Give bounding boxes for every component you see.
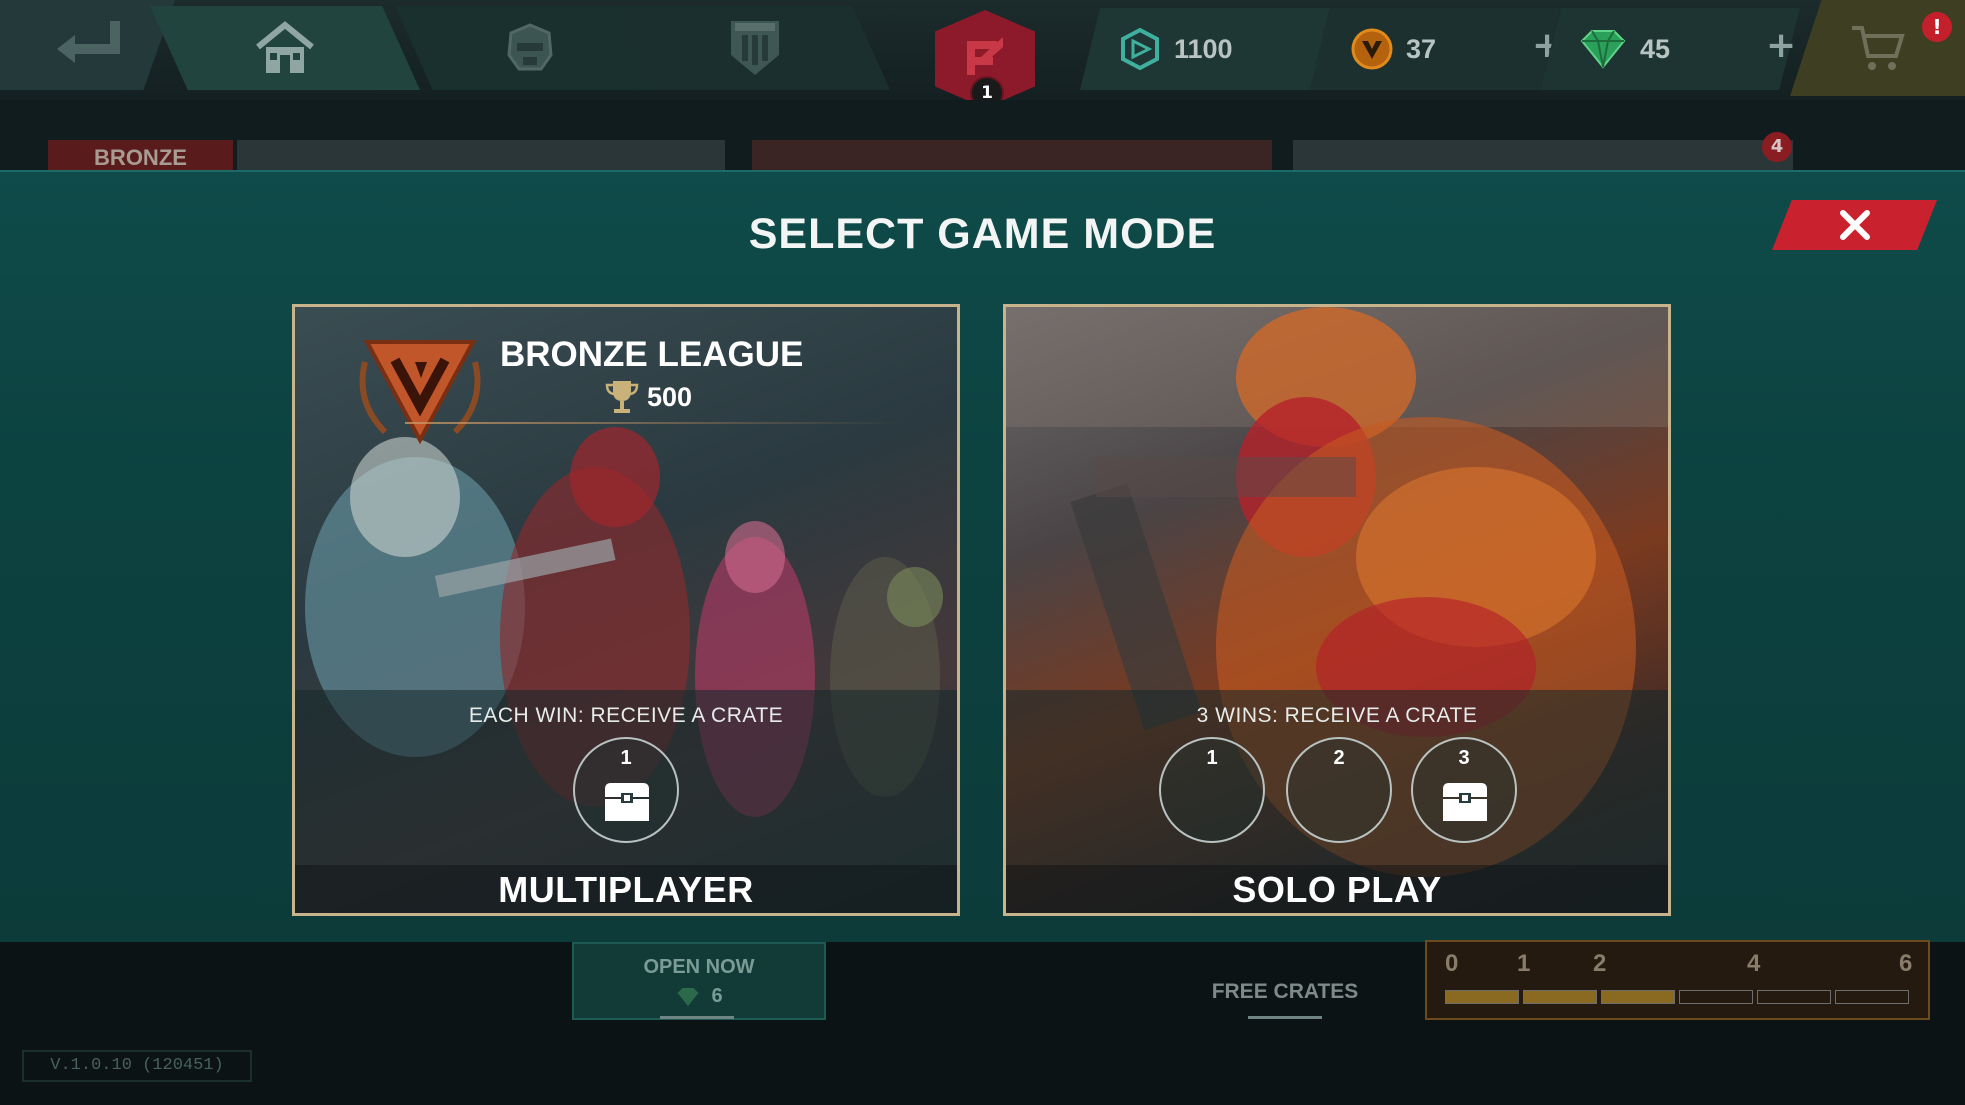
league-name: BRONZE LEAGUE bbox=[500, 335, 804, 374]
dialog-title: SELECT GAME MODE bbox=[748, 210, 1217, 258]
select-game-mode-dialog: SELECT GAME MODE BRONZE LEAGUE 500 EACH … bbox=[0, 170, 1965, 944]
reward-text: 3 WINS: RECEIVE A CRATE bbox=[1196, 704, 1478, 727]
gems-display: 45 bbox=[1540, 8, 1800, 90]
back-button[interactable] bbox=[0, 0, 175, 90]
progress-tick: 2 bbox=[1593, 950, 1607, 977]
progress-tick: 0 bbox=[1445, 950, 1459, 977]
open-now-underline bbox=[660, 1016, 734, 1019]
robot-head-icon bbox=[507, 23, 553, 71]
progress-segment bbox=[1523, 990, 1597, 1004]
background-panel bbox=[752, 140, 1272, 170]
league-tag: BRONZE bbox=[48, 140, 233, 170]
home-icon bbox=[256, 21, 314, 73]
background-panel bbox=[237, 140, 725, 170]
gold-coin-icon bbox=[1350, 27, 1394, 71]
solo-play-card[interactable]: 3 WINS: RECEIVE A CRATE 1 2 3 SOLO PLAY bbox=[1003, 304, 1671, 916]
tab-robots[interactable] bbox=[395, 6, 665, 90]
multiplayer-card[interactable]: BRONZE LEAGUE 500 EACH WIN: RECEIVE A CR… bbox=[292, 304, 960, 916]
background-panel bbox=[1293, 140, 1793, 170]
shop-alert-badge: ! bbox=[1922, 12, 1952, 42]
tab-home[interactable] bbox=[150, 6, 420, 90]
back-arrow-icon bbox=[56, 21, 120, 63]
progress-segment bbox=[1445, 990, 1519, 1004]
gem-icon bbox=[677, 987, 699, 1006]
slot-number: 1 bbox=[1206, 747, 1218, 769]
slot-number: 3 bbox=[1458, 747, 1470, 769]
open-now-label: OPEN NOW bbox=[643, 956, 755, 978]
shopping-cart-icon bbox=[1851, 26, 1905, 70]
bronze-league-icon bbox=[359, 340, 481, 445]
progress-tick: 1 bbox=[1517, 950, 1531, 977]
slot-number: 2 bbox=[1333, 747, 1345, 769]
bronze-league-emblem bbox=[355, 332, 485, 456]
trophy-icon bbox=[605, 381, 639, 413]
free-crates-underline bbox=[1248, 1016, 1322, 1019]
gem-icon bbox=[1578, 29, 1628, 69]
progress-tick: 4 bbox=[1747, 950, 1761, 977]
credits-icon bbox=[1118, 27, 1162, 71]
progress-segment bbox=[1835, 990, 1909, 1004]
credits-value: 1100 bbox=[1174, 33, 1233, 64]
crate-icon bbox=[605, 783, 649, 821]
gold-display: 37 bbox=[1310, 8, 1560, 90]
crate-slot: 1 bbox=[1159, 737, 1265, 843]
crate-slot: 2 bbox=[1286, 737, 1392, 843]
progress-segment bbox=[1679, 990, 1753, 1004]
shield-banner-icon bbox=[731, 21, 779, 75]
version-label: V.1.0.10 (120451) bbox=[22, 1050, 252, 1082]
add-gems-button[interactable]: + bbox=[1766, 25, 1796, 66]
progress-tick: 6 bbox=[1899, 950, 1913, 977]
crate-slot: 3 bbox=[1411, 737, 1517, 843]
crate-icon bbox=[1443, 783, 1487, 821]
tab-armory[interactable] bbox=[620, 6, 890, 90]
close-icon bbox=[1839, 210, 1870, 240]
progress-segment bbox=[1757, 990, 1831, 1004]
progress-segment bbox=[1601, 990, 1675, 1004]
league-trophies: 500 bbox=[605, 379, 692, 415]
crate-progress-bar: 0 1 2 4 6 bbox=[1425, 940, 1930, 1020]
gems-value: 45 bbox=[1640, 33, 1671, 64]
trophy-count: 500 bbox=[647, 381, 693, 412]
open-now-cost: 6 bbox=[574, 985, 824, 1008]
multiplayer-label: MULTIPLAYER bbox=[498, 869, 754, 910]
reward-text: EACH WIN: RECEIVE A CRATE bbox=[468, 704, 784, 727]
notification-badge: 4 bbox=[1762, 132, 1792, 162]
open-now-count: 6 bbox=[711, 985, 723, 1007]
slot-number: 1 bbox=[620, 747, 632, 769]
crate-slot: 1 bbox=[573, 737, 679, 843]
league-divider bbox=[405, 422, 905, 424]
free-crates-tab[interactable]: FREE CRATES bbox=[1190, 980, 1380, 1004]
credits-display: 1100 bbox=[1080, 8, 1330, 90]
solo-play-label: SOLO PLAY bbox=[1232, 869, 1442, 910]
open-now-button[interactable]: OPEN NOW 6 bbox=[572, 942, 826, 1020]
close-button[interactable] bbox=[1772, 200, 1937, 250]
top-bar: 1 1100 37 + 45 + ! bbox=[0, 0, 1965, 110]
gold-value: 37 bbox=[1406, 33, 1437, 64]
